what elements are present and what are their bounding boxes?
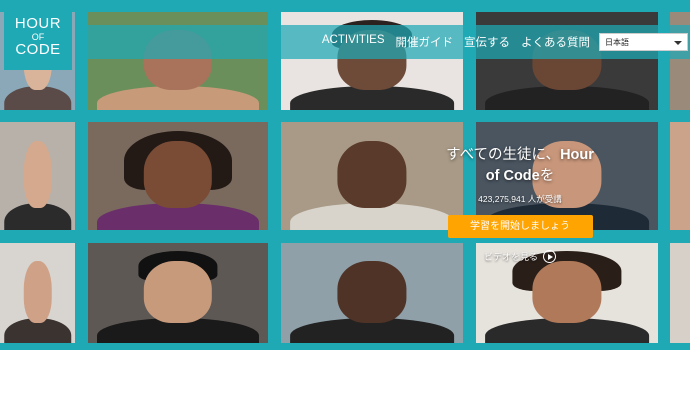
start-learning-button[interactable]: 学習を開始しましょう	[447, 215, 593, 238]
language-selected-value: 日本語	[605, 38, 629, 47]
logo-line-3: CODE	[15, 41, 61, 58]
hero-cta: すべての生徒に、Hour of Codeを 423,275,941 人が受講 学…	[430, 145, 610, 263]
hero-headline: すべての生徒に、Hour of Codeを	[430, 145, 610, 187]
logo-line-1: HOUR	[14, 15, 62, 32]
video-tile	[0, 243, 75, 343]
nav-item-activities[interactable]: ACTIVITIES	[322, 34, 385, 50]
nav-item-faq[interactable]: よくある質問	[521, 34, 590, 50]
nav-item-guide[interactable]: 開催ガイド	[396, 34, 454, 50]
video-tile	[670, 122, 690, 230]
chevron-down-icon	[674, 41, 682, 45]
watch-video-link[interactable]: ビデオを見る	[430, 250, 610, 263]
headline-part-1: すべての生徒に、	[446, 147, 561, 163]
learner-count: 423,275,941 人が受講	[478, 194, 562, 204]
headline-part-2: を	[539, 168, 555, 184]
headline-bold-1: Hour	[560, 147, 594, 163]
video-tile	[88, 243, 268, 343]
hour-of-code-logo[interactable]: HOUR OF CODE	[4, 12, 72, 70]
video-tile	[670, 243, 690, 343]
language-select[interactable]: 日本語	[599, 33, 688, 51]
watch-video-label: ビデオを見る	[483, 252, 538, 262]
play-icon	[543, 250, 556, 263]
video-tile	[88, 122, 268, 230]
nav-item-promote[interactable]: 宣伝する	[464, 34, 510, 50]
main-nav: ACTIVITIES 開催ガイド 宣伝する よくある質問	[322, 34, 590, 50]
video-tile	[0, 122, 75, 230]
headline-bold-2: of Code	[485, 168, 540, 184]
